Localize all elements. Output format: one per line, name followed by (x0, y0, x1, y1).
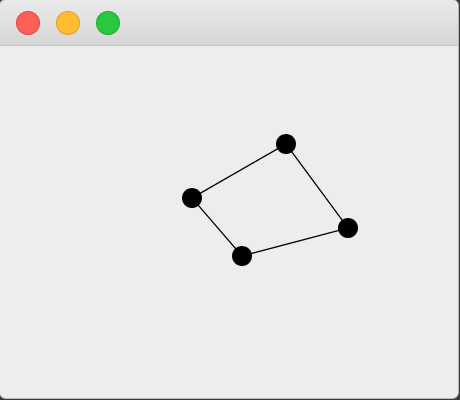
window-titlebar[interactable] (0, 0, 458, 46)
polygon-edge (191, 197, 243, 257)
minimize-window-button[interactable] (56, 11, 80, 35)
polygon-edge (191, 143, 287, 199)
polygon-drawing (182, 134, 358, 266)
polygon-edges (191, 143, 349, 257)
drawing-canvas[interactable] (0, 46, 458, 398)
polygon-edge (285, 143, 349, 229)
zoom-window-button[interactable] (96, 11, 120, 35)
polygon-edge (241, 227, 349, 257)
polygon-vertex[interactable] (232, 246, 252, 266)
polygon-vertex[interactable] (338, 218, 358, 238)
app-window (0, 0, 458, 398)
polygon-vertex[interactable] (182, 188, 202, 208)
close-window-button[interactable] (16, 11, 40, 35)
polygon-vertex[interactable] (276, 134, 296, 154)
